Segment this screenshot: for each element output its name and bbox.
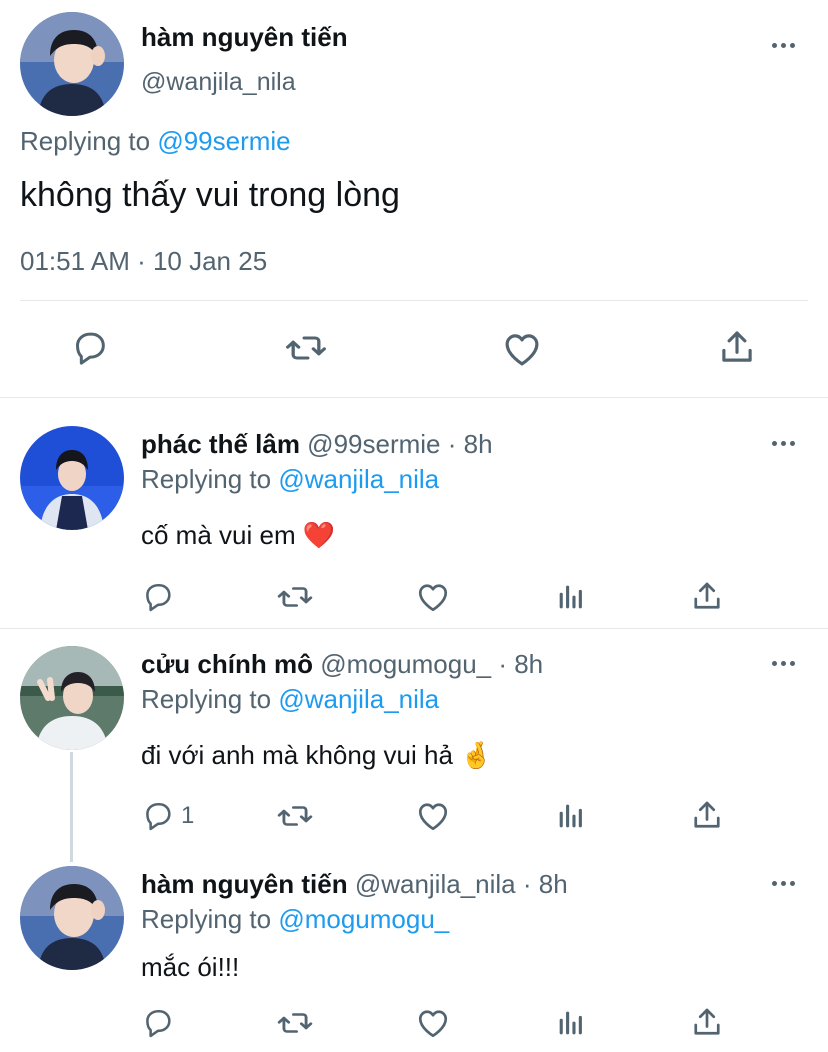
tweet-header: hàm nguyên tiến @wanjila_nila · 8h [141, 869, 568, 900]
reply-icon[interactable] [141, 1006, 175, 1040]
share-icon[interactable] [716, 326, 758, 368]
share-icon[interactable] [689, 797, 725, 833]
avatar[interactable] [20, 646, 124, 750]
display-name[interactable]: cửu chính mô [141, 649, 313, 679]
replying-to: Replying to @wanjila_nila [141, 684, 439, 715]
reply-icon[interactable] [141, 580, 175, 614]
replying-to: Replying to @wanjila_nila [141, 464, 439, 495]
replying-prefix: Replying to [141, 904, 272, 934]
replying-to-link[interactable]: @wanjila_nila [278, 464, 439, 494]
handle-time[interactable]: @wanjila_nila · 8h [355, 869, 568, 899]
more-icon[interactable] [772, 43, 795, 48]
tweet-text: mắc ói!!! [141, 952, 240, 982]
tweet-text: không thấy vui trong lòng [20, 176, 400, 214]
analytics-icon[interactable] [554, 799, 588, 833]
retweet-icon[interactable] [284, 328, 328, 368]
heart-icon[interactable] [501, 328, 543, 370]
crossed-fingers-emoji-icon: 🤞 [460, 740, 493, 770]
handle[interactable]: @wanjila_nila [141, 68, 296, 97]
heart-icon[interactable] [415, 798, 451, 834]
tweet-text: cố mà vui em ❤️ [141, 520, 335, 551]
replying-prefix: Replying to [141, 464, 272, 494]
display-name[interactable]: hàm nguyên tiến [141, 22, 348, 53]
share-icon[interactable] [689, 1004, 725, 1040]
tweet-header: cửu chính mô @mogumogu_ · 8h [141, 649, 543, 680]
replying-to-link[interactable]: @wanjila_nila [278, 684, 439, 714]
retweet-icon[interactable] [276, 1006, 314, 1040]
retweet-icon[interactable] [276, 799, 314, 833]
more-icon[interactable] [772, 881, 795, 886]
tweet-text: đi với anh mà không vui hả 🤞 [141, 740, 493, 771]
retweet-icon[interactable] [276, 580, 314, 614]
avatar[interactable] [20, 426, 124, 530]
reply-icon[interactable] [70, 328, 110, 368]
replying-to-link[interactable]: @99sermie [157, 126, 290, 156]
timestamp[interactable]: 01:51 AM · 10 Jan 25 [20, 246, 267, 277]
divider [0, 628, 828, 629]
divider [0, 397, 828, 398]
more-icon[interactable] [772, 441, 795, 446]
display-name[interactable]: hàm nguyên tiến [141, 869, 348, 899]
tweet-text-body: cố mà vui em [141, 520, 303, 550]
analytics-icon[interactable] [554, 1006, 588, 1040]
replying-to: Replying to @mogumogu_ [141, 904, 449, 935]
heart-icon[interactable] [415, 579, 451, 615]
handle-time[interactable]: @mogumogu_ · 8h [320, 649, 543, 679]
avatar[interactable] [20, 866, 124, 970]
replying-to: Replying to @99sermie [20, 126, 291, 157]
replying-prefix: Replying to [141, 684, 272, 714]
avatar[interactable] [20, 12, 124, 116]
replying-prefix: Replying to [20, 126, 151, 156]
heart-icon[interactable] [415, 1005, 451, 1041]
tweet-header: phác thế lâm @99sermie · 8h [141, 429, 493, 460]
replying-to-link[interactable]: @mogumogu_ [278, 904, 449, 934]
display-name[interactable]: phác thế lâm [141, 429, 300, 459]
handle-time[interactable]: @99sermie · 8h [307, 429, 492, 459]
heart-emoji-icon: ❤️ [302, 520, 336, 550]
reply-icon[interactable] [141, 799, 175, 833]
divider [20, 300, 808, 301]
more-icon[interactable] [772, 661, 795, 666]
tweet-text-body: đi với anh mà không vui hả [141, 740, 461, 770]
reply-count[interactable]: 1 [181, 802, 194, 830]
thread-line [70, 752, 73, 862]
share-icon[interactable] [689, 578, 725, 614]
analytics-icon[interactable] [554, 580, 588, 614]
